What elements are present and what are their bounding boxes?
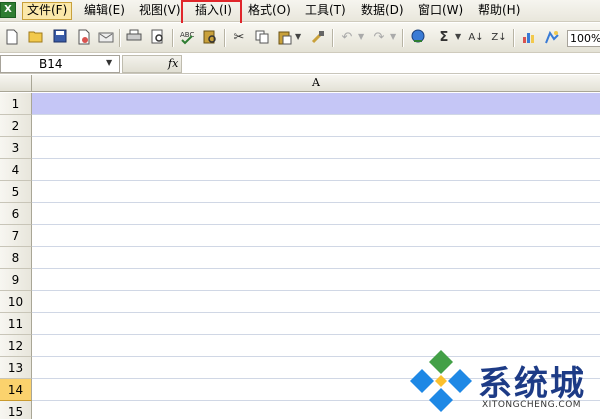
table-row: 3 (0, 137, 600, 159)
cell-a3[interactable] (32, 137, 600, 159)
row-header[interactable]: 11 (0, 313, 32, 335)
zoom-select[interactable]: 100% (567, 30, 600, 47)
insert-function-icon[interactable]: fx (168, 57, 178, 70)
menu-file[interactable]: 文件(F) (22, 2, 73, 20)
paste-icon[interactable] (276, 29, 294, 47)
autosum-dropdown-arrow-icon[interactable]: ▼ (455, 32, 461, 41)
hyperlink-icon[interactable] (409, 29, 427, 47)
standard-toolbar: ABC ✂ ▼ ↶ ▼ ↷ ▼ Σ ▼ A↓ Z↓ 100% (0, 23, 600, 53)
undo-dropdown-arrow-icon[interactable]: ▼ (358, 32, 364, 41)
name-box[interactable]: B14 (0, 55, 120, 73)
menu-edit[interactable]: 编辑(E) (80, 2, 129, 20)
table-row: 4 (0, 159, 600, 181)
menu-view[interactable]: 视图(V) (135, 2, 185, 20)
formula-input[interactable] (184, 55, 600, 73)
spelling-icon[interactable]: ABC (178, 29, 196, 47)
table-row: 10 (0, 291, 600, 313)
watermark-subtext: XITONGCHENG.COM (482, 400, 582, 410)
row-header[interactable]: 8 (0, 247, 32, 269)
menu-format[interactable]: 格式(O) (244, 2, 295, 20)
table-row: 5 (0, 181, 600, 203)
toolbar-separator (332, 29, 333, 47)
table-row: 11 (0, 313, 600, 335)
table-row: 1 (0, 93, 600, 115)
toolbar-separator (224, 29, 225, 47)
new-icon[interactable] (3, 29, 21, 47)
toolbar-separator (402, 29, 403, 47)
redo-icon[interactable]: ↷ (370, 29, 388, 47)
name-box-dropdown-arrow-icon[interactable]: ▼ (106, 58, 112, 67)
redo-dropdown-arrow-icon[interactable]: ▼ (390, 32, 396, 41)
sort-ascending-icon[interactable]: A↓ (467, 29, 485, 47)
row-header[interactable]: 7 (0, 225, 32, 247)
table-row: 8 (0, 247, 600, 269)
watermark-text: 系统城 (478, 364, 586, 404)
chart-wizard-icon[interactable] (520, 29, 538, 47)
svg-text:ABC: ABC (180, 31, 194, 39)
menu-window[interactable]: 窗口(W) (414, 2, 467, 20)
cell-a6[interactable] (32, 203, 600, 225)
cell-a8[interactable] (32, 247, 600, 269)
autosum-icon[interactable]: Σ (435, 29, 453, 47)
cell-a2[interactable] (32, 115, 600, 137)
cut-icon[interactable]: ✂ (230, 29, 248, 47)
toolbar-separator (172, 29, 173, 47)
row-header[interactable]: 1 (0, 93, 32, 115)
print-icon[interactable] (125, 29, 143, 47)
column-header-bar: A (0, 75, 600, 92)
row-header[interactable]: 4 (0, 159, 32, 181)
cell-a9[interactable] (32, 269, 600, 291)
table-row: 7 (0, 225, 600, 247)
row-header[interactable]: 9 (0, 269, 32, 291)
menu-bar: X 文件(F) 编辑(E) 视图(V) 插入(I) 格式(O) 工具(T) 数据… (0, 0, 600, 22)
copy-icon[interactable] (253, 29, 271, 47)
formula-bar: B14 ▼ fx (0, 54, 600, 74)
row-header[interactable]: 6 (0, 203, 32, 225)
row-header[interactable]: 10 (0, 291, 32, 313)
toolbar-separator (513, 29, 514, 47)
site-watermark: 系统城 XITONGCHENG.COM (408, 344, 600, 419)
table-row: 6 (0, 203, 600, 225)
undo-icon[interactable]: ↶ (338, 29, 356, 47)
column-header-a[interactable]: A (32, 75, 600, 92)
paste-dropdown-arrow-icon[interactable]: ▼ (295, 32, 301, 41)
select-all-corner[interactable] (0, 75, 32, 92)
row-header[interactable]: 12 (0, 335, 32, 357)
menu-data[interactable]: 数据(D) (357, 2, 408, 20)
cell-a1[interactable] (32, 93, 600, 115)
row-header[interactable]: 13 (0, 357, 32, 379)
menu-tools[interactable]: 工具(T) (301, 2, 350, 20)
cell-a4[interactable] (32, 159, 600, 181)
row-header[interactable]: 2 (0, 115, 32, 137)
row-header[interactable]: 3 (0, 137, 32, 159)
permission-icon[interactable] (75, 29, 93, 47)
cell-a7[interactable] (32, 225, 600, 247)
format-painter-icon[interactable] (309, 29, 327, 47)
sort-descending-icon[interactable]: Z↓ (490, 29, 508, 47)
save-icon[interactable] (51, 29, 69, 47)
menu-help[interactable]: 帮助(H) (474, 2, 524, 20)
toolbar-separator (119, 29, 120, 47)
table-row: 9 (0, 269, 600, 291)
print-preview-icon[interactable] (149, 29, 167, 47)
excel-app-icon[interactable]: X (0, 2, 16, 18)
cell-a11[interactable] (32, 313, 600, 335)
table-row: 2 (0, 115, 600, 137)
cell-a10[interactable] (32, 291, 600, 313)
row-header[interactable]: 5 (0, 181, 32, 203)
watermark-logo-icon (410, 350, 472, 412)
research-icon[interactable] (201, 29, 219, 47)
open-icon[interactable] (27, 29, 45, 47)
row-header-selected[interactable]: 14 (0, 379, 32, 401)
cell-a5[interactable] (32, 181, 600, 203)
row-header[interactable]: 15 (0, 401, 32, 419)
email-icon[interactable] (97, 29, 115, 47)
drawing-icon[interactable] (543, 29, 561, 47)
